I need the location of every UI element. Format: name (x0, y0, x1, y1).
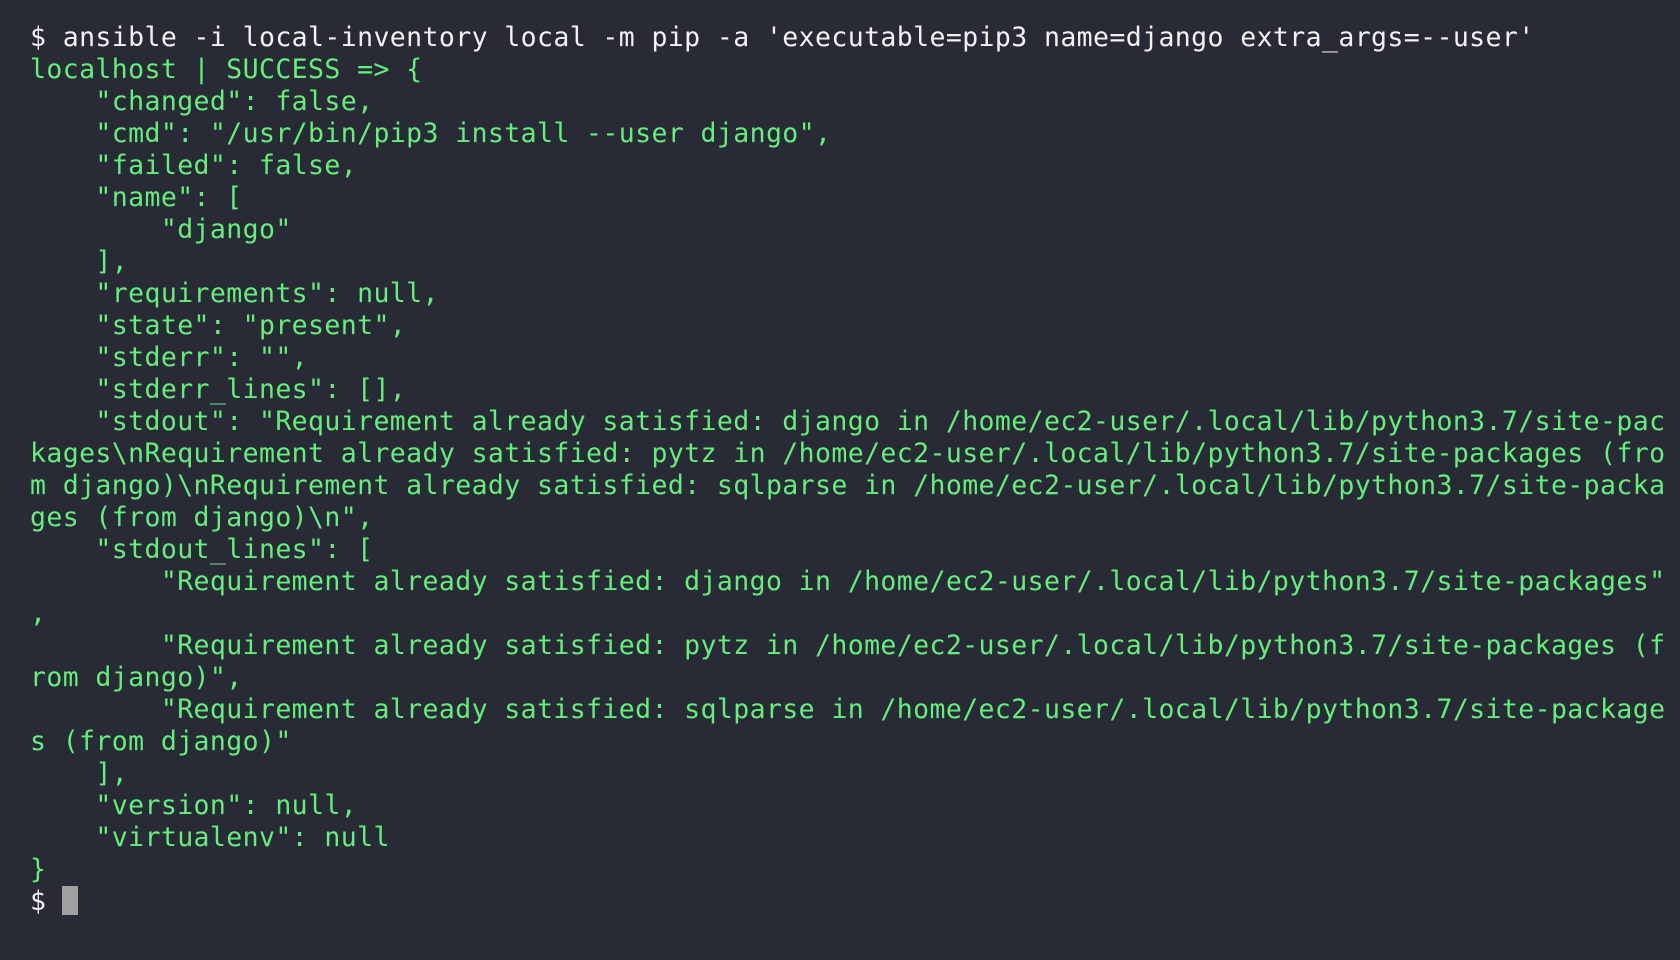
output-line: "state": "present", (30, 310, 407, 341)
terminal-window[interactable]: $ ansible -i local-inventory local -m pi… (0, 0, 1680, 960)
output-line: kages\nRequirement already satisfied: py… (30, 438, 1666, 469)
output-line: "Requirement already satisfied: sqlparse… (30, 694, 1666, 725)
output-line: rom django)", (30, 662, 243, 693)
output-line: "Requirement already satisfied: pytz in … (30, 630, 1666, 661)
output-line: "version": null, (30, 790, 358, 821)
output-line: "virtualenv": null (30, 822, 390, 853)
output-line: ges (from django)\n", (30, 502, 374, 533)
command-output: localhost | SUCCESS => { "changed": fals… (30, 54, 1680, 886)
output-line: "django" (30, 214, 292, 245)
output-line: "requirements": null, (30, 278, 439, 309)
output-line: "Requirement already satisfied: django i… (30, 566, 1666, 597)
output-line: localhost | SUCCESS => { (30, 54, 423, 85)
output-line: "failed": false, (30, 150, 358, 181)
output-line: "stdout_lines": [ (30, 534, 374, 565)
command-line: $ ansible -i local-inventory local -m pi… (30, 22, 1535, 53)
output-line: ], (30, 246, 129, 277)
output-line: s (from django)" (30, 726, 292, 757)
prompt-symbol: $ (30, 886, 47, 917)
output-line: ], (30, 758, 129, 789)
output-line: "changed": false, (30, 86, 374, 117)
output-line: "stderr": "", (30, 342, 309, 373)
output-line: , (30, 598, 47, 629)
output-line: "cmd": "/usr/bin/pip3 install --user dja… (30, 118, 832, 149)
output-line: m django)\nRequirement already satisfied… (30, 470, 1666, 501)
output-line: "name": [ (30, 182, 243, 213)
text-cursor (62, 886, 79, 915)
output-line: "stderr_lines": [], (30, 374, 407, 405)
output-line: "stdout": "Requirement already satisfied… (30, 406, 1666, 437)
prompt-line[interactable]: $ (30, 886, 1680, 918)
output-line: } (30, 854, 47, 885)
